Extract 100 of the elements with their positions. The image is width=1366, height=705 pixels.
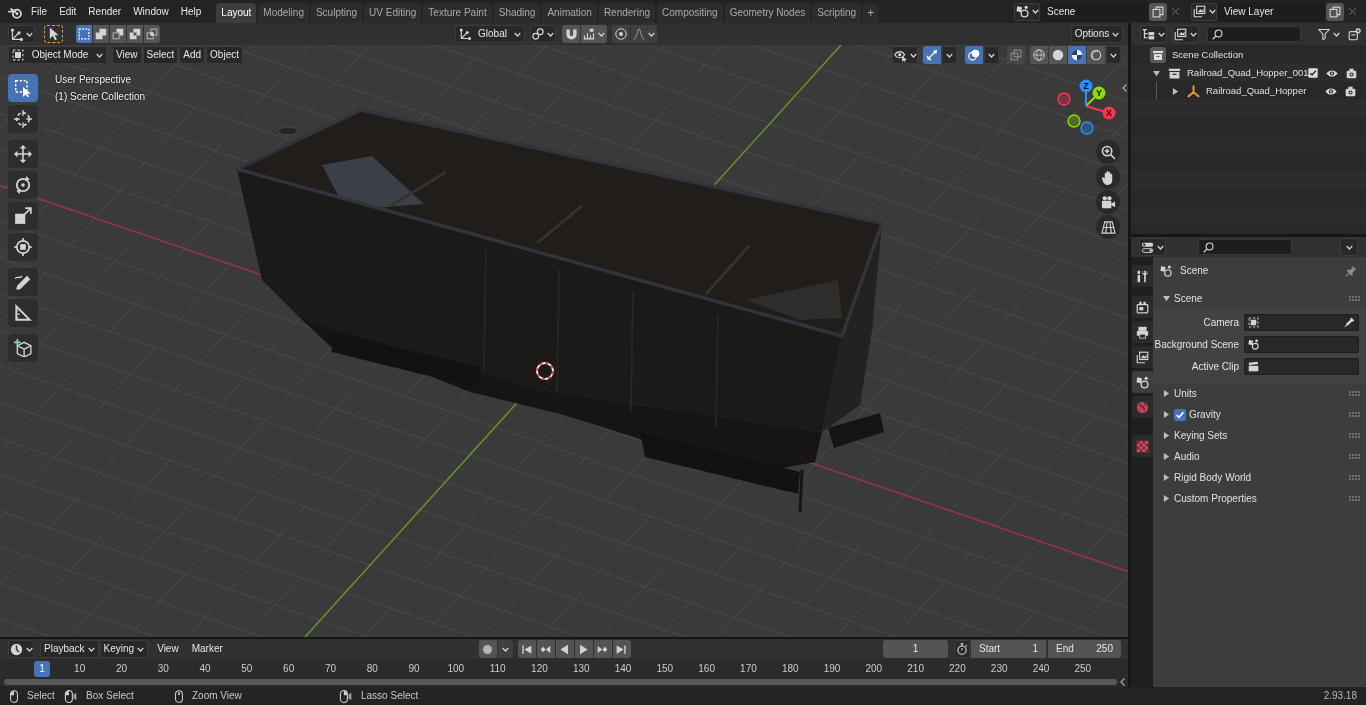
options-dropdown[interactable] (1340, 238, 1358, 256)
editor-type-button[interactable] (8, 640, 34, 658)
options-dropdown[interactable]: Options (1071, 25, 1123, 43)
panel-title[interactable]: Gravity (1189, 408, 1221, 421)
view-layer-name-field[interactable]: View Layer (1218, 2, 1325, 21)
preview-range-toggle[interactable] (954, 640, 970, 658)
menu-item[interactable]: Help (174, 2, 208, 21)
menu-item[interactable]: Object (206, 46, 243, 64)
outliner-item-label[interactable]: Railroad_Quad_Hopper (1206, 85, 1307, 97)
perspective-toggle[interactable] (1096, 215, 1120, 239)
negative-axis-handle[interactable] (1080, 121, 1094, 135)
display-mode-dropdown[interactable] (1140, 25, 1167, 43)
snap-toggle[interactable] (562, 25, 580, 43)
select-mode-button[interactable] (93, 25, 109, 43)
negative-axis-handle[interactable] (1057, 92, 1071, 106)
add-workspace-button[interactable]: + (863, 3, 879, 23)
zoom-button[interactable] (1096, 140, 1120, 164)
start-frame-field[interactable]: Start 1 (971, 640, 1046, 658)
workspace-tab[interactable]: Geometry Nodes (724, 3, 811, 23)
tool-button[interactable] (8, 171, 38, 199)
properties-tab[interactable] (1132, 321, 1153, 343)
select-mode-button[interactable] (110, 25, 126, 43)
menu-item[interactable]: Add (179, 46, 206, 64)
workspace-tab[interactable]: Layout (216, 3, 257, 23)
gizmos-dropdown[interactable] (942, 46, 957, 64)
tool-button[interactable] (8, 334, 38, 362)
auto-keying-toggle[interactable] (478, 640, 497, 658)
panel-title[interactable]: Scene (1174, 292, 1203, 305)
tool-button[interactable] (8, 268, 38, 296)
workspace-tab[interactable]: Rendering (598, 3, 656, 23)
duplicate-button[interactable] (1149, 2, 1167, 21)
xray-toggle[interactable] (1007, 46, 1025, 64)
jump-to-end-button[interactable] (612, 640, 631, 658)
panel-title[interactable]: Rigid Body World (1174, 471, 1252, 484)
next-keyframe-button[interactable] (593, 640, 612, 658)
tool-button[interactable] (8, 202, 38, 230)
shading-dropdown[interactable] (1106, 46, 1121, 64)
gizmos-toggle[interactable] (923, 46, 941, 64)
camera-field[interactable] (1244, 314, 1359, 331)
properties-tab[interactable] (1132, 346, 1153, 368)
shading-mode-button[interactable] (1087, 46, 1105, 64)
workspace-tab[interactable]: Sculpting (310, 3, 363, 23)
menu-dropdown[interactable]: Playback (40, 640, 99, 658)
panel-title[interactable]: Audio (1174, 450, 1200, 463)
end-frame-field[interactable]: End 250 (1048, 640, 1121, 658)
view-layer-selector-button[interactable] (1191, 2, 1217, 21)
outliner-item-label[interactable]: Scene Collection (1172, 49, 1244, 61)
menu-item[interactable]: Marker (187, 640, 227, 658)
orientation-dropdown[interactable]: Global (455, 25, 525, 43)
menu-item[interactable]: Select (142, 46, 179, 64)
menu-item[interactable]: Window (127, 2, 175, 21)
editor-type-button[interactable] (1139, 238, 1166, 256)
tool-button[interactable] (8, 105, 38, 133)
overlays-dropdown[interactable] (984, 46, 999, 64)
axis-handle[interactable] (1102, 106, 1116, 120)
background-scene-field[interactable] (1244, 336, 1359, 353)
tool-button[interactable] (8, 74, 38, 102)
overlays-toggle[interactable] (965, 46, 983, 64)
outliner-item-label[interactable]: Railroad_Quad_Hopper_001 (1187, 67, 1309, 79)
active-clip-field[interactable] (1244, 358, 1359, 375)
timeline-scrollbar[interactable] (4, 679, 1117, 685)
pivot-dropdown[interactable] (530, 25, 556, 43)
axis-handle[interactable] (1092, 86, 1106, 100)
3d-viewport[interactable]: Object Mode View Select Add Object User Perspective (1) Scene Collection X Y Z (0, 45, 1128, 637)
select-mode-button[interactable] (76, 25, 92, 43)
workspace-tab[interactable]: Shading (493, 3, 541, 23)
camera-view-button[interactable] (1096, 190, 1120, 214)
editor-type-button[interactable] (8, 25, 35, 43)
workspace-tab[interactable]: Modeling (258, 3, 309, 23)
select-mode-button[interactable] (127, 25, 143, 43)
negative-axis-handle[interactable] (1067, 114, 1081, 128)
axis-handle[interactable] (1079, 79, 1093, 93)
search-field[interactable] (1198, 239, 1292, 255)
scene-name-field[interactable]: Scene (1041, 2, 1148, 21)
workspace-tab[interactable]: UV Editing (364, 3, 422, 23)
new-collection-button[interactable] (1347, 25, 1362, 43)
proportional-editing-toggle[interactable] (612, 25, 630, 43)
menu-dropdown[interactable]: Keying (99, 640, 149, 658)
play-button[interactable] (574, 640, 593, 658)
current-frame-field[interactable]: 1 (883, 640, 948, 658)
workspace-tab[interactable]: Animation (542, 3, 597, 23)
play-reverse-button[interactable] (555, 640, 574, 658)
workspace-tab[interactable]: Texture Paint (423, 3, 492, 23)
menu-item[interactable]: View (112, 46, 142, 64)
scene-selector-button[interactable] (1014, 2, 1040, 21)
duplicate-button[interactable] (1326, 2, 1344, 21)
previous-keyframe-button[interactable] (536, 640, 555, 658)
panel-title[interactable]: Custom Properties (1174, 492, 1257, 505)
menu-item[interactable]: Edit (53, 2, 83, 21)
properties-tab[interactable] (1132, 265, 1153, 287)
mode-dropdown[interactable]: Object Mode (8, 46, 107, 64)
active-tool-button[interactable] (44, 25, 63, 43)
keying-options-dropdown[interactable] (497, 640, 513, 658)
falloff-dropdown[interactable] (631, 25, 657, 43)
menu-item[interactable]: Render (82, 2, 128, 21)
shading-mode-button[interactable] (1068, 46, 1086, 64)
shading-mode-button[interactable] (1049, 46, 1067, 64)
jump-to-start-button[interactable] (517, 640, 536, 658)
properties-tab[interactable] (1132, 371, 1153, 393)
tool-button[interactable] (8, 299, 38, 327)
